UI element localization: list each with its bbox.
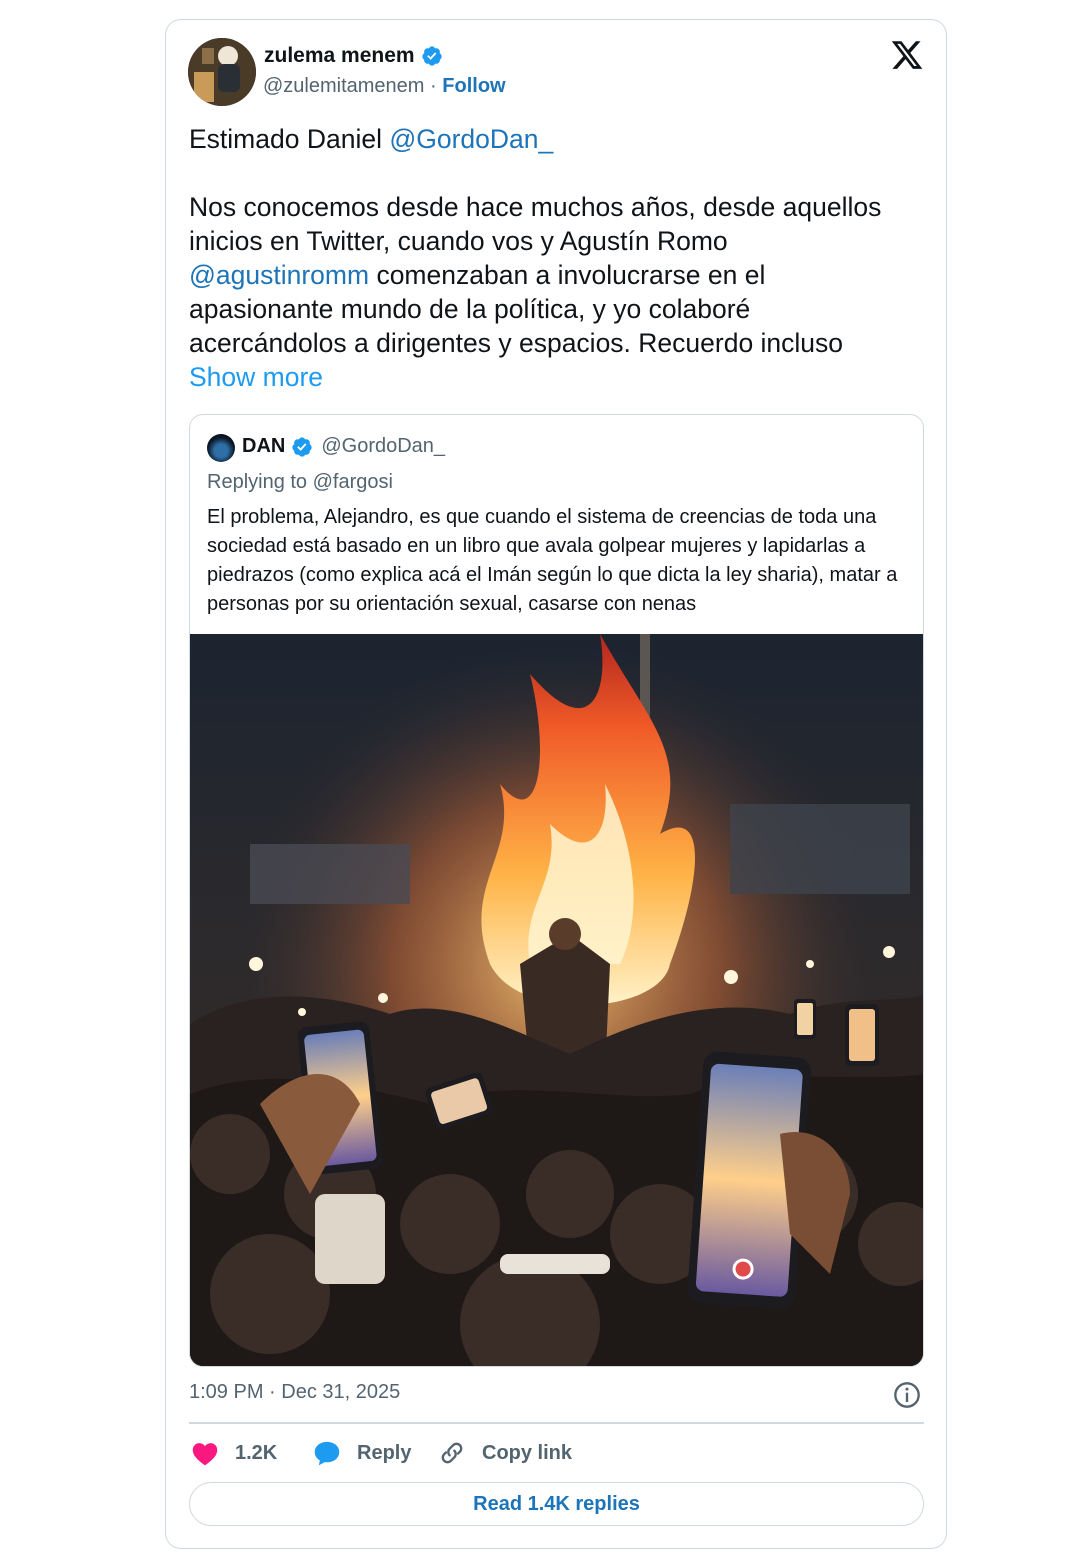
tweet-paragraph: Nos conocemos desde hace muchos años, de… bbox=[189, 190, 909, 394]
quoted-name[interactable]: DAN bbox=[242, 435, 285, 458]
mention-gordodan[interactable]: @GordoDan_ bbox=[389, 124, 553, 154]
author-handle-row: @zulemitamenem · Follow bbox=[263, 75, 506, 98]
like-count: 1.2K bbox=[235, 1441, 278, 1464]
handle-separator: · bbox=[430, 75, 437, 97]
quoted-illustration[interactable] bbox=[190, 634, 924, 1367]
link-icon bbox=[441, 1442, 463, 1464]
reply-label: Reply bbox=[357, 1441, 412, 1464]
author-handle[interactable]: @zulemitamenem bbox=[263, 75, 424, 97]
reply-button[interactable]: Reply bbox=[313, 1437, 411, 1469]
info-icon[interactable] bbox=[893, 1381, 921, 1409]
author-name-text[interactable]: zulema menem bbox=[264, 44, 415, 68]
copy-link-label: Copy link bbox=[482, 1441, 573, 1464]
x-logo-icon[interactable] bbox=[890, 38, 924, 72]
copy-link-button[interactable]: Copy link bbox=[438, 1437, 572, 1469]
like-button[interactable]: 1.2K bbox=[191, 1437, 277, 1469]
greeting-text: Estimado Daniel bbox=[189, 124, 390, 154]
mention-agustinromm[interactable]: @agustinromm bbox=[189, 260, 369, 290]
divider bbox=[189, 1422, 924, 1424]
quoted-avatar[interactable] bbox=[207, 434, 235, 462]
tweet-timestamp[interactable]: 1:09 PM · Dec 31, 2025 bbox=[189, 1381, 400, 1404]
heart-icon bbox=[192, 1443, 218, 1466]
reply-icon bbox=[314, 1441, 340, 1466]
paragraph-text-a: Nos conocemos desde hace muchos años, de… bbox=[189, 192, 882, 256]
tweet-text: Estimado Daniel @GordoDan_ Nos conocemos… bbox=[189, 122, 909, 394]
follow-button[interactable]: Follow bbox=[442, 75, 505, 97]
quoted-text: El problema, Alejandro, es que cuando el… bbox=[207, 506, 898, 615]
show-more-link[interactable]: Show more bbox=[189, 362, 323, 392]
author-avatar[interactable] bbox=[188, 38, 256, 106]
read-replies-button[interactable]: Read 1.4K replies bbox=[189, 1482, 924, 1526]
verified-badge-icon bbox=[421, 46, 442, 66]
quoted-tweet[interactable]: DAN @GordoDan_ Replying to @fargosi El p… bbox=[189, 414, 924, 1367]
author-name[interactable]: zulema menem bbox=[264, 44, 443, 68]
tweet-greeting: Estimado Daniel @GordoDan_ bbox=[189, 122, 909, 156]
quoted-replying-to: Replying to @fargosi bbox=[207, 471, 393, 493]
quoted-author: DAN @GordoDan_ bbox=[242, 435, 445, 458]
verified-badge-icon bbox=[292, 436, 312, 457]
quoted-handle[interactable]: @GordoDan_ bbox=[321, 435, 445, 458]
